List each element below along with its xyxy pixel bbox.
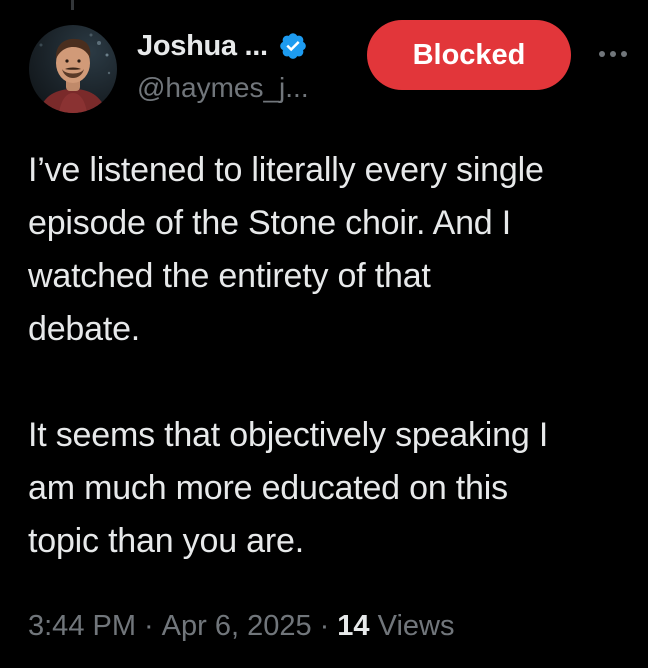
more-dot — [610, 51, 616, 57]
more-dot — [621, 51, 627, 57]
tweet-metadata: 3:44 PM · Apr 6, 2025 · 14 Views — [28, 610, 454, 643]
tweet-paragraph-1: I’ve listened to literally every single … — [28, 151, 544, 348]
blocked-button[interactable]: Blocked — [367, 20, 571, 90]
verified-badge-icon — [278, 31, 308, 61]
thread-connector-line — [71, 0, 74, 10]
avatar[interactable] — [29, 25, 117, 113]
profile-photo — [39, 33, 111, 113]
tweet-text: I’ve listened to literally every single … — [28, 144, 638, 568]
more-options-icon[interactable] — [590, 40, 636, 68]
author-name-row: Joshua ... — [137, 28, 308, 64]
views-label[interactable]: Views — [378, 610, 455, 642]
more-dot — [599, 51, 605, 57]
meta-separator: · — [319, 610, 330, 642]
tweet-date[interactable]: Apr 6, 2025 — [162, 610, 312, 642]
meta-separator: · — [144, 610, 154, 642]
tweet-time[interactable]: 3:44 PM — [28, 610, 136, 642]
author-display-name[interactable]: Joshua ... — [137, 30, 268, 63]
tweet-paragraph-2: It seems that objectively speaking I am … — [28, 416, 549, 560]
author-handle[interactable]: @haymes_j... — [137, 72, 309, 104]
views-count[interactable]: 14 — [337, 610, 369, 642]
